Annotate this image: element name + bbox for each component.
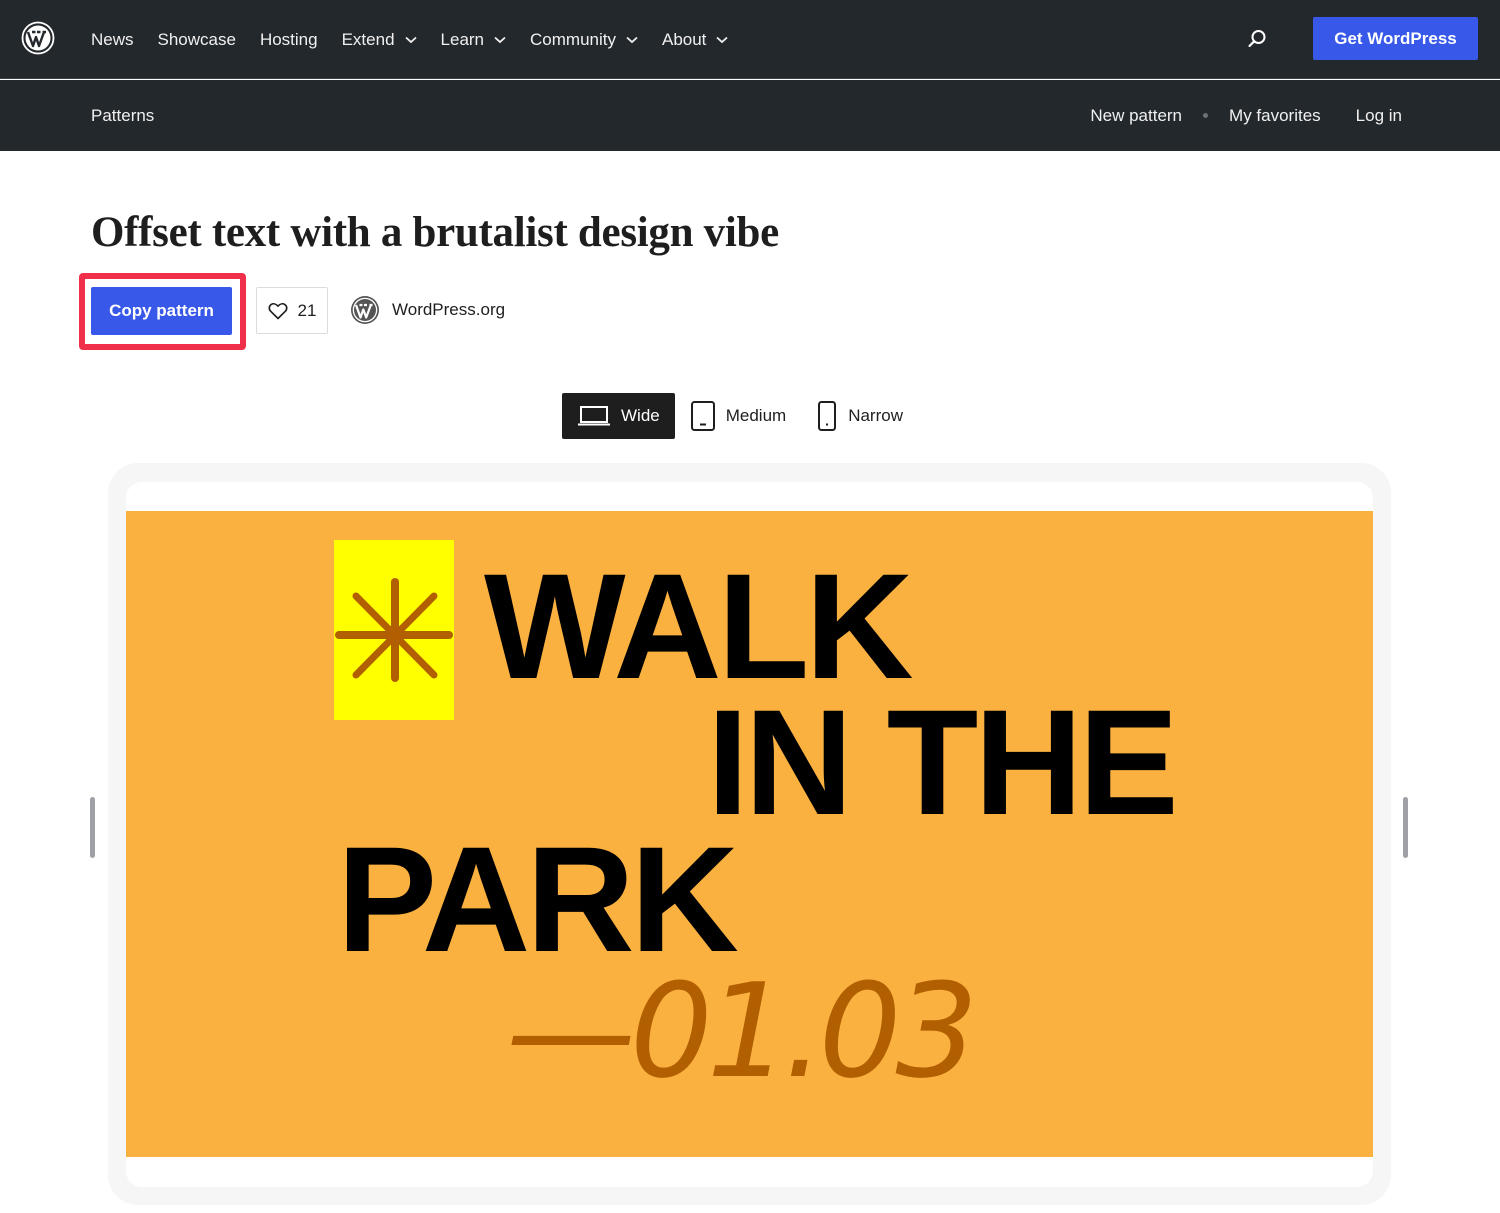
global-header: News Showcase Hosting Extend Learn Commu… (0, 0, 1500, 79)
star-box (334, 540, 454, 720)
preview-canvas: WALK IN THE PARK —01.03 (126, 482, 1373, 1187)
nav-label: News (91, 29, 134, 49)
get-wordpress-button[interactable]: Get WordPress (1313, 17, 1478, 60)
wordpress-avatar-icon (351, 296, 379, 324)
chevron-down-icon (626, 36, 638, 43)
nav-showcase[interactable]: Showcase (158, 30, 236, 50)
date-text: —01.03 (506, 955, 978, 1107)
nav-label: Extend (341, 29, 395, 49)
main-nav: News Showcase Hosting Extend Learn Commu… (91, 0, 752, 79)
phone-icon (818, 401, 837, 431)
section-title[interactable]: Patterns (91, 80, 154, 151)
separator-dot (1203, 113, 1209, 118)
chevron-down-icon (404, 36, 417, 43)
viewport-label: Wide (621, 406, 660, 425)
nav-news[interactable]: News (91, 30, 134, 50)
tablet-icon (690, 401, 715, 431)
pattern-author[interactable]: WordPress.org (350, 295, 505, 325)
nav-extend[interactable]: Extend (342, 30, 417, 50)
viewport-narrow-button[interactable]: Narrow (801, 393, 918, 439)
nav-about[interactable]: About (661, 29, 729, 50)
nav-learn[interactable]: Learn (441, 30, 506, 50)
star-icon (335, 578, 453, 682)
chevron-down-icon (716, 36, 729, 43)
nav-community[interactable]: Community (530, 30, 638, 50)
resize-handle-left[interactable] (90, 797, 95, 858)
chevron-down-icon (494, 36, 506, 43)
heart-icon (268, 302, 288, 319)
laptop-icon (578, 406, 610, 426)
viewport-switcher: Wide Medium Narrow (562, 393, 918, 439)
favorite-button[interactable]: 21 (256, 287, 328, 334)
patterns-subnav: Patterns New pattern My favorites Log in (0, 80, 1500, 151)
viewport-label: Narrow (848, 406, 903, 425)
subnav-links: New pattern My favorites Log in (1090, 80, 1402, 151)
nav-label: Showcase (157, 29, 236, 49)
page-title: Offset text with a brutalist design vibe (91, 209, 779, 256)
favorite-count: 21 (297, 300, 317, 320)
headline-line-2: IN THE (707, 678, 1179, 846)
my-favorites-link[interactable]: My favorites (1229, 106, 1321, 126)
viewport-wide-button[interactable]: Wide (562, 393, 675, 439)
viewport-medium-button[interactable]: Medium (675, 393, 801, 439)
log-in-link[interactable]: Log in (1356, 106, 1402, 126)
nav-label: About (661, 29, 707, 49)
viewport-label: Medium (725, 406, 787, 425)
nav-label: Learn (440, 29, 485, 49)
nav-label: Hosting (259, 29, 318, 49)
headline-line-3: PARK (337, 815, 739, 983)
nav-hosting[interactable]: Hosting (260, 30, 318, 50)
pattern-preview: WALK IN THE PARK —01.03 (126, 511, 1373, 1157)
new-pattern-link[interactable]: New pattern (1090, 106, 1182, 126)
wordpress-logo-icon[interactable] (21, 21, 55, 55)
search-icon[interactable] (1244, 26, 1270, 52)
resize-handle-right[interactable] (1403, 797, 1408, 858)
author-name: WordPress.org (392, 300, 506, 319)
copy-pattern-button[interactable]: Copy pattern (91, 287, 232, 335)
nav-label: Community (530, 29, 616, 49)
